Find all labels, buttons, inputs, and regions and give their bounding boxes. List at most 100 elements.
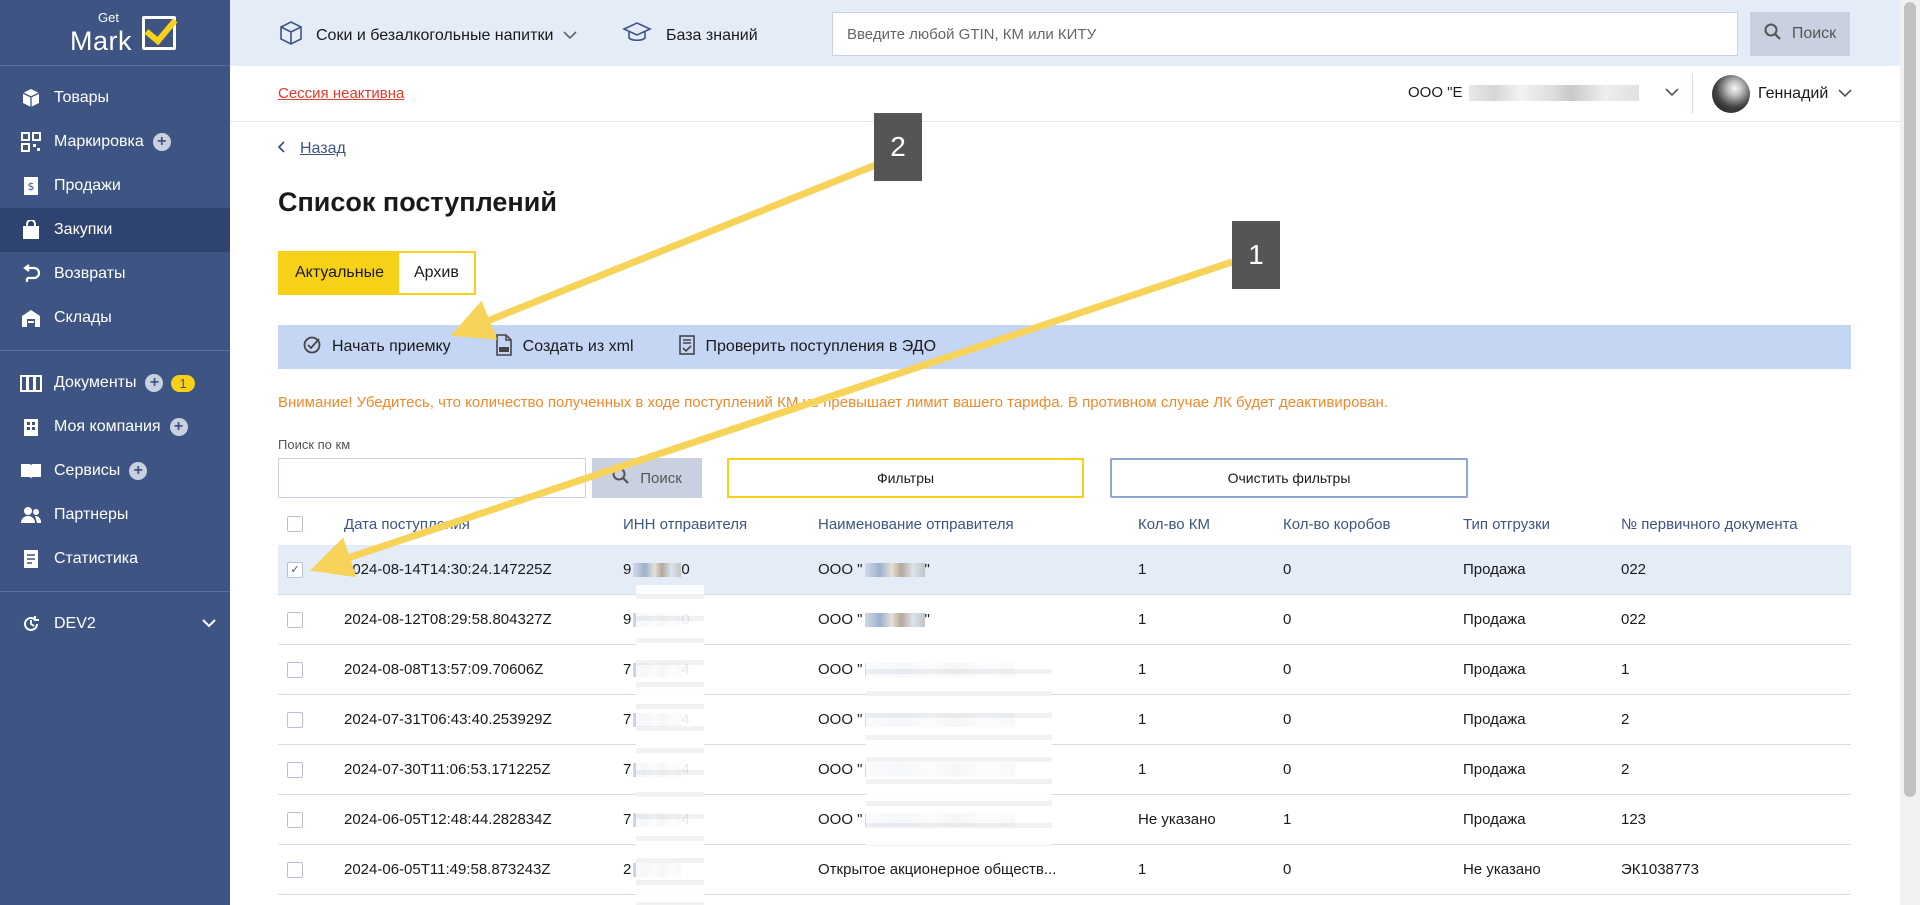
category-selector[interactable]: Соки и безалкогольные напитки [278, 20, 577, 51]
table-row[interactable]: 2024-06-05T11:49:58.873243Z 2 Открытое акц… [278, 845, 1851, 895]
row-checkbox[interactable] [287, 661, 303, 678]
back-link[interactable]: Назад [277, 140, 346, 158]
sidebar-item[interactable]: Статистика [0, 537, 230, 581]
table-row[interactable]: 2024-08-08T13:57:09.70606Z74ООО "10Прода… [278, 645, 1851, 695]
document-check-icon [678, 334, 696, 361]
sidebar-item[interactable]: Склады [0, 296, 230, 340]
page-scrollbar[interactable] [1900, 0, 1920, 905]
header-inn[interactable]: ИНН отправителя [623, 503, 803, 545]
tab-archive[interactable]: Архив [399, 253, 474, 293]
tariff-warning: Внимание! Убедитесь, что количество полу… [278, 394, 1388, 411]
cell-box-count: 0 [1283, 561, 1292, 578]
select-all-checkbox[interactable] [287, 516, 303, 532]
row-checkbox[interactable] [287, 611, 303, 628]
header-box-count[interactable]: Кол-во коробов [1283, 503, 1453, 545]
search-icon [612, 467, 630, 489]
cell-sender-name: Открытое акционерное обществ... [818, 845, 1138, 894]
cell-document-number: 123 [1621, 811, 1647, 828]
cube-icon [278, 20, 304, 51]
header-document-number[interactable]: № первичного документа [1621, 503, 1841, 545]
tab-current[interactable]: Актуальные [280, 253, 399, 293]
cell-date: 2024-06-05T11:49:58.873243Z [344, 861, 551, 878]
table-row[interactable]: 2024-07-31T06:43:40.253929Z74ООО "10Прод… [278, 695, 1851, 745]
global-search-input[interactable] [832, 12, 1738, 56]
sidebar-item[interactable]: Маркировка + [0, 120, 230, 164]
sidebar-item[interactable]: Партнеры [0, 493, 230, 537]
category-label: Соки и безалкогольные напитки [316, 26, 554, 44]
session-status-link[interactable]: Сессия неактивна [278, 85, 404, 102]
sidebar-item[interactable]: $ Продажи [0, 164, 230, 208]
divider [1692, 74, 1693, 114]
header-shipment-type[interactable]: Тип отгрузки [1463, 503, 1613, 545]
annotation-marker-1: 1 [1232, 221, 1280, 289]
sidebar-item[interactable]: Возвраты [0, 252, 230, 296]
organization-selector[interactable]: ООО "Е [1408, 84, 1679, 101]
table-row[interactable]: 2024-06-05T12:48:44.282834Z74ООО "Не ука… [278, 795, 1851, 845]
table-row[interactable]: ✓ 2024-08-14T14:30:24.147225Z 9 0 ООО " " 1 0 Пр… [278, 545, 1851, 595]
getmark-logo[interactable]: Get Mark [0, 0, 230, 66]
sidebar-item-label: Склады [54, 309, 112, 326]
chevron-down-icon [202, 615, 216, 633]
start-acceptance-button[interactable]: Начать приемку [302, 335, 451, 360]
receipts-table: Дата поступления ИНН отправителя Наимено… [278, 503, 1851, 895]
sidebar-item[interactable]: Сервисы + [0, 449, 230, 493]
knowledge-base-link[interactable]: База знаний [622, 20, 758, 51]
row-checkbox[interactable] [287, 811, 303, 828]
km-search-input[interactable] [278, 458, 586, 498]
sidebar-item-dev2[interactable]: DEV2 [0, 602, 230, 646]
row-checkbox[interactable] [287, 711, 303, 728]
user-name: Геннадий [1758, 85, 1829, 102]
top-bar: Соки и безалкогольные напитки База знани… [230, 0, 1900, 66]
header-sender-name[interactable]: Наименование отправителя [818, 503, 1138, 545]
cell-shipment-type: Продажа [1463, 761, 1526, 778]
cell-shipment-type: Продажа [1463, 711, 1526, 728]
sidebar-item[interactable]: Моя компания + [0, 405, 230, 449]
knowledge-base-label: База знаний [666, 26, 758, 44]
add-icon[interactable]: + [145, 374, 164, 392]
sidebar-item[interactable]: Документы +1 [0, 361, 230, 405]
cell-km-count: 1 [1138, 661, 1147, 678]
check-edo-button[interactable]: Проверить поступления в ЭДО [678, 334, 936, 361]
sidebar-item[interactable]: Товары [0, 76, 230, 120]
add-icon[interactable]: + [129, 462, 148, 480]
add-icon[interactable]: + [169, 418, 188, 436]
logo-mark-text: Mark [70, 25, 132, 56]
chevron-left-icon [277, 140, 286, 158]
row-select-cell [287, 645, 317, 694]
sidebar-item-label: Документы [54, 374, 137, 391]
cell-shipment-type: Продажа [1463, 661, 1526, 678]
global-search [832, 12, 1738, 56]
sidebar-item-label: DEV2 [54, 615, 96, 632]
sender-name-prefix: ООО " [818, 561, 863, 578]
scrollbar-thumb[interactable] [1904, 2, 1916, 797]
stats-doc-icon [20, 548, 42, 570]
header-km-count[interactable]: Кол-во КМ [1138, 503, 1278, 545]
xml-file-icon [495, 333, 513, 361]
building-icon [20, 416, 42, 438]
refresh-icon [20, 613, 42, 635]
redaction-overlay [636, 585, 704, 905]
cell-document-number: 022 [1621, 611, 1647, 628]
cell-shipment-type: Продажа [1463, 811, 1526, 828]
sidebar-item-label: Продажи [54, 177, 121, 194]
table-row[interactable]: 2024-07-30T11:06:53.171225Z74ООО "10Прод… [278, 745, 1851, 795]
add-icon[interactable]: + [152, 133, 171, 151]
table-row[interactable]: 2024-08-12T08:29:58.804327Z90ООО ""10Про… [278, 595, 1851, 645]
create-from-xml-button[interactable]: Создать из xml [495, 333, 634, 361]
global-search-button[interactable]: Поиск [1750, 12, 1850, 56]
header-date[interactable]: Дата поступления [344, 503, 614, 545]
sidebar-item[interactable]: Закупки [0, 208, 230, 252]
row-checkbox[interactable]: ✓ [287, 561, 303, 578]
sidebar-item-label: Закупки [54, 221, 113, 238]
km-search-button-label: Поиск [640, 469, 682, 487]
km-search-button[interactable]: Поиск [592, 458, 702, 498]
row-checkbox[interactable] [287, 761, 303, 778]
cell-box-count: 0 [1283, 611, 1292, 628]
row-checkbox[interactable] [287, 861, 303, 878]
user-menu[interactable]: Геннадий [1712, 75, 1852, 113]
filters-button[interactable]: Фильтры [727, 458, 1084, 498]
cell-sender-name: ООО " " [818, 595, 1138, 644]
svg-text:$: $ [28, 180, 35, 193]
cell-box-count: 0 [1283, 861, 1292, 878]
clear-filters-button[interactable]: Очистить фильтры [1110, 458, 1468, 498]
